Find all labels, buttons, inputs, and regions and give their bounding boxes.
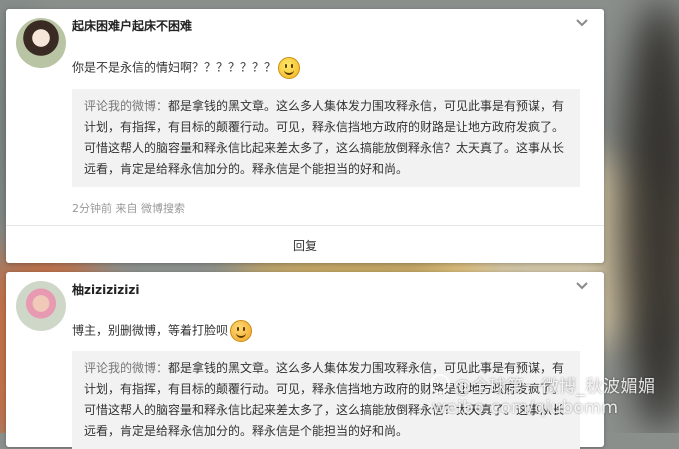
quote-label[interactable]: 评论我的微博： [84, 361, 168, 375]
chevron-down-icon[interactable] [575, 17, 589, 31]
comment-text: 博主，别删微博，等着打脸呗 [72, 320, 253, 342]
reply-button[interactable]: 回复 [6, 237, 604, 254]
divider [6, 225, 604, 226]
comment-meta: 2分钟前 来自 微博搜索 [72, 202, 185, 215]
watermark: @全球第一微博_秋波媚媚 weibo.com/qiubomm [430, 374, 656, 419]
weibo-logo-icon [430, 374, 450, 394]
chevron-down-icon[interactable] [575, 280, 589, 294]
smile-emoji-icon [278, 57, 301, 79]
avatar[interactable] [16, 281, 66, 331]
quoted-weibo: 评论我的微博：都是拿钱的黑文章。这么多人集体发力围攻释永信，可见此事是有预谋，有… [72, 89, 580, 187]
quote-label[interactable]: 评论我的微博： [84, 99, 168, 113]
blush-emoji-icon [230, 320, 253, 342]
comment-text: 你是不是永信的情妇啊？？？？？？？ [72, 57, 301, 79]
avatar[interactable] [16, 18, 66, 68]
username[interactable]: 起床困难户起床不困难 [72, 17, 192, 34]
username[interactable]: 柚zizizizizi [72, 281, 140, 298]
